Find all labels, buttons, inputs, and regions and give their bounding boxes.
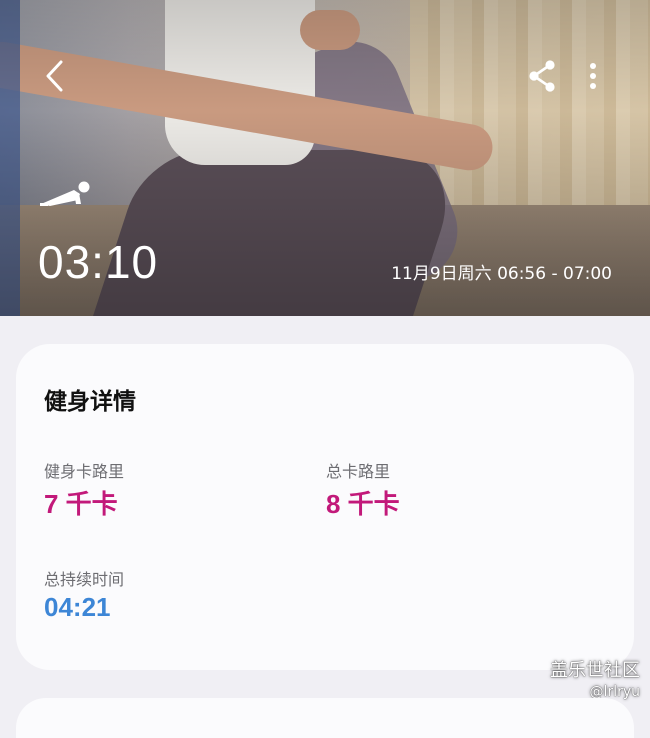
plank-icon [40, 181, 90, 206]
total-duration-value: 04:21 [44, 592, 111, 622]
back-icon[interactable] [36, 56, 76, 96]
more-icon[interactable] [578, 56, 608, 96]
workout-details-card: 健身详情 健身卡路里 7 千卡 总卡路里 8 千卡 总持续时间 04:21 [16, 344, 634, 670]
details-title: 健身详情 [44, 389, 136, 415]
next-card-partial [16, 698, 634, 738]
workout-duration: 03:10 [38, 236, 159, 288]
total-duration-label: 总持续时间 [44, 570, 125, 589]
total-calories-value: 8 千卡 [326, 489, 400, 519]
share-icon[interactable] [522, 56, 562, 96]
total-calories-label: 总卡路里 [326, 462, 391, 481]
workout-calories-label: 健身卡路里 [44, 462, 125, 481]
workout-time-range: 11月9日周六 06:56 - 07:00 [391, 264, 612, 284]
watermark-logo: 盖乐世社区 [550, 660, 640, 681]
watermark: 盖乐世社区 @lrlryu [550, 660, 640, 702]
workout-calories-value: 7 千卡 [44, 489, 118, 519]
